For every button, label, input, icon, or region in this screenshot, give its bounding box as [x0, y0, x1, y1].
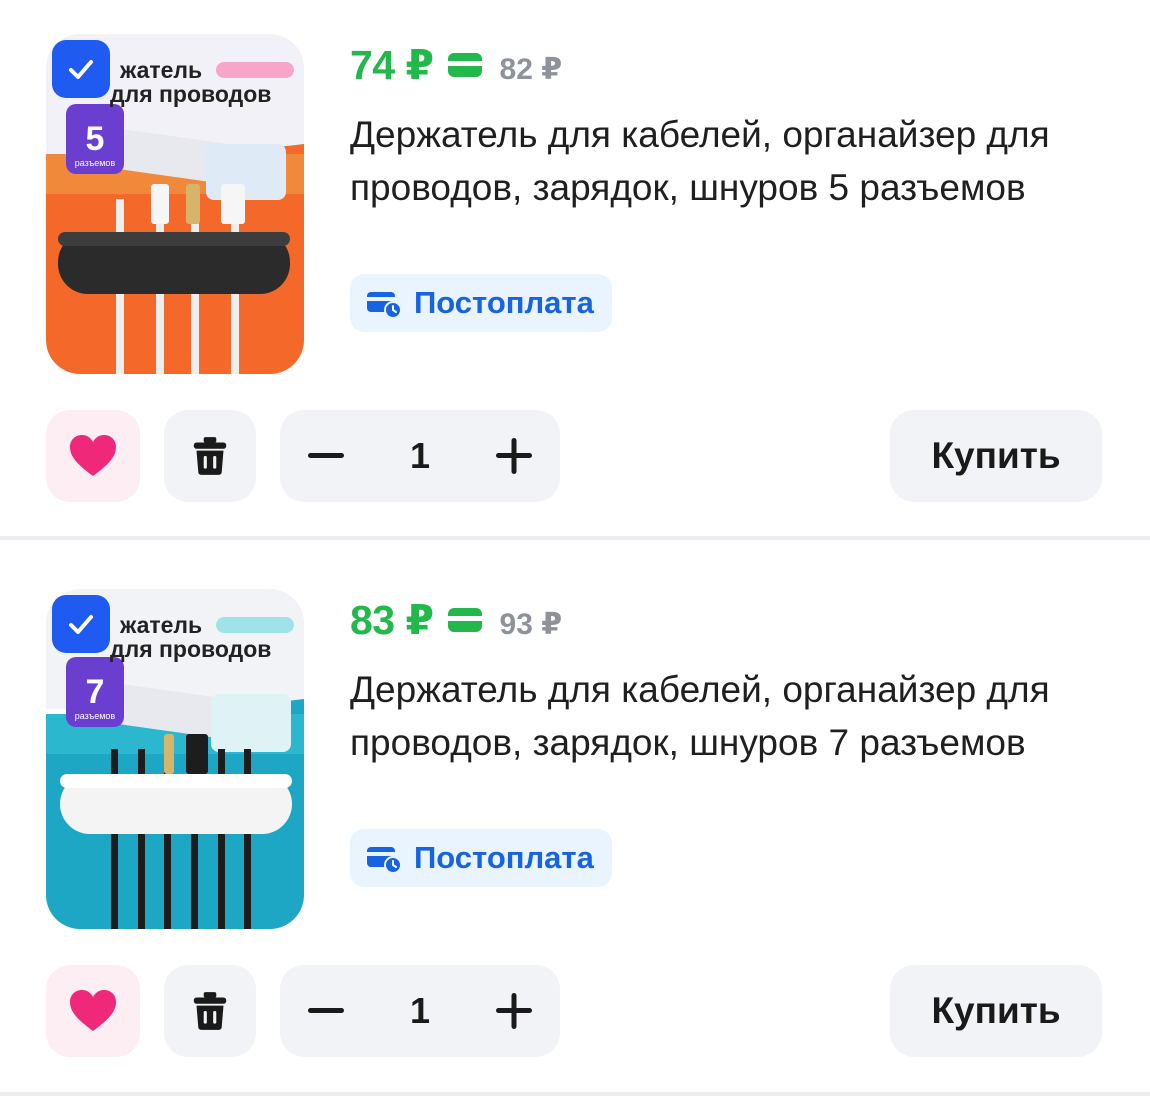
cart-item: 7 разъемов жатель для проводов 83 ₽ 93 ₽…	[0, 555, 1150, 1095]
favorite-button[interactable]	[46, 410, 140, 502]
product-title[interactable]: Держатель для кабелей, органайзер для пр…	[350, 108, 1110, 214]
delete-button[interactable]	[164, 410, 256, 502]
select-checkbox[interactable]	[52, 595, 110, 653]
minus-icon	[308, 1008, 344, 1013]
price-row: 83 ₽ 93 ₽	[350, 595, 562, 645]
quantity-stepper: 1	[280, 410, 560, 502]
card-icon	[447, 608, 482, 632]
minus-icon	[308, 453, 344, 458]
slot-count-text: 7	[86, 673, 105, 711]
divider	[0, 1092, 1150, 1096]
buy-button-label: Купить	[931, 990, 1061, 1031]
quantity-value: 1	[409, 990, 431, 1031]
wallet-clock-icon	[366, 288, 402, 318]
cart-item: 5 разъемов жатель для проводов 74 ₽ 82 ₽…	[0, 0, 1150, 540]
current-price: 83 ₽	[350, 597, 434, 643]
image-heading-1: жатель	[119, 57, 202, 83]
favorite-button[interactable]	[46, 965, 140, 1057]
wallet-clock-icon	[366, 843, 402, 873]
buy-button[interactable]: Купить	[890, 410, 1102, 502]
plus-icon	[496, 438, 532, 474]
payment-badge-label: Постоплата	[414, 840, 594, 875]
card-icon	[447, 53, 482, 77]
payment-badge: Постоплата	[350, 829, 612, 887]
check-icon	[69, 615, 93, 634]
buy-button-label: Купить	[931, 435, 1061, 476]
image-heading-2: для проводов	[110, 636, 271, 662]
slot-caption-text: разъемов	[75, 711, 116, 721]
payment-badge: Постоплата	[350, 274, 612, 332]
plus-icon	[496, 993, 532, 1029]
cart-list: 5 разъемов жатель для проводов 74 ₽ 82 ₽…	[0, 0, 1150, 1112]
buy-button[interactable]: Купить	[890, 965, 1102, 1057]
trash-icon	[193, 437, 227, 475]
delete-button[interactable]	[164, 965, 256, 1057]
current-price: 74 ₽	[350, 42, 434, 88]
heart-icon	[70, 990, 116, 1031]
slot-caption-text: разъемов	[75, 158, 116, 168]
decrement-button[interactable]	[306, 436, 346, 476]
increment-button[interactable]	[494, 991, 534, 1031]
quantity-value: 1	[409, 435, 431, 476]
trash-icon	[193, 992, 227, 1030]
product-title[interactable]: Держатель для кабелей, органайзер для пр…	[350, 663, 1110, 769]
divider	[0, 536, 1150, 540]
increment-button[interactable]	[494, 436, 534, 476]
select-checkbox[interactable]	[52, 40, 110, 98]
image-heading-1: жатель	[119, 612, 202, 638]
check-icon	[69, 60, 93, 79]
decrement-button[interactable]	[306, 991, 346, 1031]
image-heading-2: для проводов	[110, 81, 271, 107]
heart-icon	[70, 435, 116, 476]
quantity-stepper: 1	[280, 965, 560, 1057]
payment-badge-label: Постоплата	[414, 285, 594, 320]
price-row: 74 ₽ 82 ₽	[350, 40, 562, 90]
old-price: 82 ₽	[499, 52, 563, 86]
slot-count-text: 5	[86, 120, 105, 158]
old-price: 93 ₽	[499, 607, 563, 641]
